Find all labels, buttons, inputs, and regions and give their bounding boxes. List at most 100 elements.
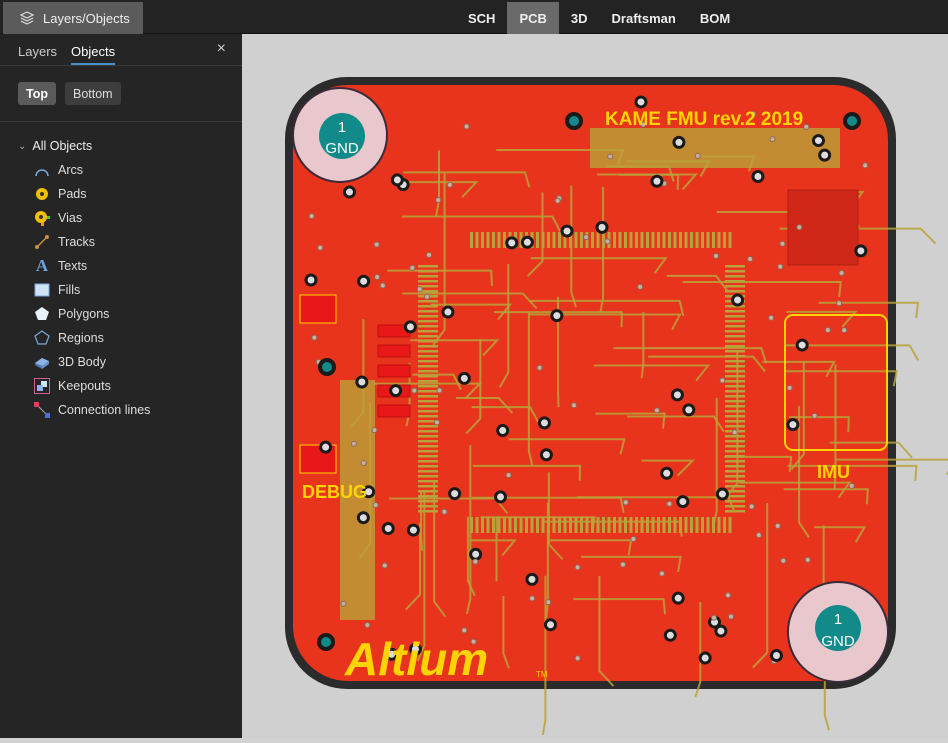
via	[856, 246, 866, 256]
pad	[418, 415, 438, 418]
close-icon[interactable]: ×	[217, 40, 226, 58]
tree-item-texts[interactable]: ATexts	[0, 254, 242, 278]
via	[359, 276, 369, 286]
debug-label: DEBUG	[302, 482, 367, 502]
tree-item-label: Texts	[58, 259, 87, 273]
via	[805, 557, 810, 562]
tree-item-regions[interactable]: Regions	[0, 326, 242, 350]
tree-item-label: Polygons	[58, 307, 109, 321]
pad	[481, 517, 484, 533]
tree-item-tracks[interactable]: Tracks	[0, 230, 242, 254]
via	[654, 408, 659, 413]
tree-item-polygons[interactable]: Polygons	[0, 302, 242, 326]
tab-3d[interactable]: 3D	[559, 2, 600, 34]
tree-item-label: Vias	[58, 211, 82, 225]
pad	[725, 460, 745, 463]
via	[464, 124, 469, 129]
tree-item-3d-body[interactable]: 3D Body	[0, 350, 242, 374]
tab-bom[interactable]: BOM	[688, 2, 742, 34]
pad	[725, 340, 745, 343]
pad	[725, 465, 745, 468]
pad	[668, 232, 671, 248]
pcb-canvas[interactable]: 1 GND 1 GND KAME FMU rev.2 2019 DEBUG IM…	[242, 34, 948, 738]
via	[473, 559, 478, 564]
via	[605, 239, 610, 244]
tab-draftsman[interactable]: Draftsman	[600, 2, 688, 34]
via	[863, 163, 868, 168]
pad	[553, 232, 556, 248]
via	[410, 265, 415, 270]
via	[797, 225, 802, 230]
via	[695, 153, 700, 158]
pad	[663, 232, 666, 248]
tree-item-arcs[interactable]: Arcs	[0, 158, 242, 182]
pad	[558, 232, 561, 248]
pad	[509, 517, 512, 533]
pad	[674, 517, 677, 533]
pad	[300, 295, 336, 323]
tree-item-keepouts[interactable]: Keepouts	[0, 374, 242, 398]
pad	[668, 517, 671, 533]
tree-item-connection-lines[interactable]: Connection lines	[0, 398, 242, 422]
via	[720, 378, 725, 383]
pad	[725, 510, 745, 513]
tab-pcb[interactable]: PCB	[507, 2, 558, 34]
pad	[725, 280, 745, 283]
tree-item-label: 3D Body	[58, 355, 106, 369]
via	[552, 311, 562, 321]
via	[813, 136, 823, 146]
pad	[718, 232, 721, 248]
pad	[418, 350, 438, 353]
pad	[725, 440, 745, 443]
via	[839, 271, 844, 276]
polygon-icon	[34, 306, 50, 322]
pad	[575, 517, 578, 533]
via	[584, 235, 589, 240]
pad	[685, 232, 688, 248]
pad	[624, 517, 627, 533]
pad	[418, 445, 438, 448]
via	[726, 593, 731, 598]
pad	[591, 232, 594, 248]
tree-all-objects[interactable]: ⌄ All Objects	[0, 134, 242, 158]
via	[732, 430, 737, 435]
tree-item-vias[interactable]: Vias	[0, 206, 242, 230]
via	[318, 245, 323, 250]
pad	[725, 380, 745, 383]
via	[812, 413, 817, 418]
pad	[418, 450, 438, 453]
via	[555, 198, 560, 203]
hole-number: 1	[338, 119, 346, 136]
pad	[418, 480, 438, 483]
via	[711, 615, 716, 620]
via	[804, 124, 809, 129]
top-button[interactable]: Top	[18, 82, 56, 105]
pad	[418, 275, 438, 278]
tree-item-fills[interactable]: Fills	[0, 278, 242, 302]
via	[820, 150, 830, 160]
pad	[630, 232, 633, 248]
tab-layers[interactable]: Layers	[18, 44, 57, 59]
bottom-button[interactable]: Bottom	[65, 82, 121, 105]
via	[361, 461, 366, 466]
pad	[487, 517, 490, 533]
pad	[725, 485, 745, 488]
via	[673, 593, 683, 603]
tab-sch[interactable]: SCH	[456, 2, 507, 34]
via	[537, 365, 542, 370]
pad	[725, 375, 745, 378]
pad	[418, 310, 438, 313]
via	[546, 620, 556, 630]
pad	[635, 232, 638, 248]
tree-item-pads[interactable]: Pads	[0, 182, 242, 206]
arc-icon	[34, 162, 50, 178]
pad	[725, 455, 745, 458]
pad	[476, 517, 479, 533]
panel-tab-layers-objects[interactable]: Layers/Objects	[3, 2, 143, 34]
pad	[725, 500, 745, 503]
via	[312, 335, 317, 340]
pad	[725, 265, 745, 268]
chevron-down-icon[interactable]: ⌄	[18, 141, 26, 152]
via	[306, 275, 316, 285]
tab-objects[interactable]: Objects	[71, 44, 115, 65]
